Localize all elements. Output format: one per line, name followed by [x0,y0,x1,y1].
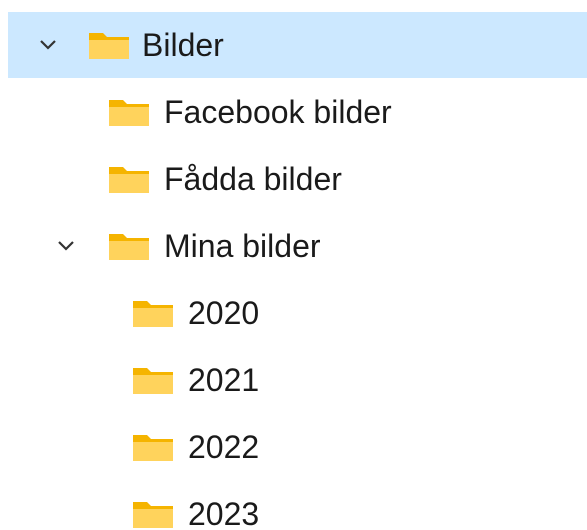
tree-item-bilder[interactable]: Bilder [8,12,587,78]
chevron-down-icon[interactable] [56,236,76,256]
folder-icon [109,100,149,126]
tree-item-label: 2022 [188,429,260,465]
tree-item-label: 2021 [188,362,260,398]
tree-item-2023[interactable]: 2023 [0,481,587,530]
folder-tree: Bilder Facebook bilder Fådda bilder Mina… [0,0,587,530]
chevron-down-icon[interactable] [38,35,58,55]
tree-item-2022[interactable]: 2022 [0,414,587,480]
tree-item-facebook-bilder[interactable]: Facebook bilder [0,79,587,145]
folder-icon [89,33,129,59]
folder-icon [133,301,173,327]
tree-item-2021[interactable]: 2021 [0,347,587,413]
tree-item-label: 2020 [188,295,260,331]
folder-icon [133,435,173,461]
tree-item-2020[interactable]: 2020 [0,280,587,346]
folder-icon [109,167,149,193]
tree-item-fadda-bilder[interactable]: Fådda bilder [0,146,587,212]
folder-icon [133,368,173,394]
tree-item-mina-bilder[interactable]: Mina bilder [0,213,587,279]
folder-icon [109,234,149,260]
tree-item-label: Bilder [142,27,224,63]
tree-item-label: 2023 [188,496,260,530]
tree-item-label: Mina bilder [164,228,321,264]
folder-icon [133,502,173,528]
tree-item-label: Fådda bilder [164,161,342,197]
tree-item-label: Facebook bilder [164,94,392,130]
